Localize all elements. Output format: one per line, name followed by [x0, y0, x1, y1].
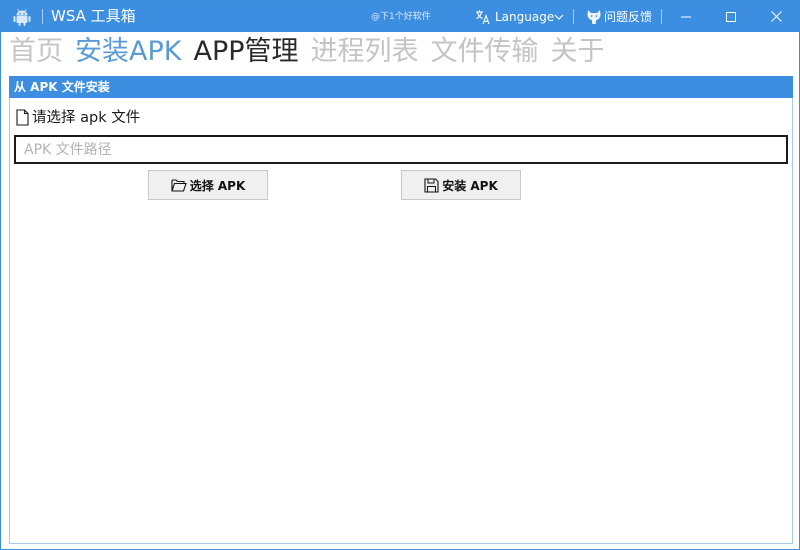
android-icon [13, 9, 31, 26]
tab-home[interactable]: 首页 [9, 34, 63, 74]
minimize-button[interactable] [663, 1, 709, 32]
install-apk-label: 安装 APK [442, 178, 498, 193]
install-group-header: 从 APK 文件安装 [9, 76, 793, 98]
select-apk-button[interactable]: 选择 APK [148, 170, 268, 200]
translate-icon[interactable] [475, 9, 491, 25]
close-button[interactable] [753, 1, 799, 32]
tab-file-transfer[interactable]: 文件传输 [431, 34, 539, 74]
select-apk-label: 选择 APK [189, 178, 246, 193]
folder-open-icon [171, 179, 187, 192]
maximize-icon [726, 11, 736, 22]
close-icon [770, 11, 782, 22]
tab-app-management[interactable]: APP管理 [193, 34, 298, 74]
save-icon [424, 177, 439, 193]
title-separator [42, 9, 43, 24]
file-icon [16, 109, 29, 126]
slogan-text: @下1个好软件 [371, 12, 431, 22]
minimize-icon [681, 16, 691, 17]
choose-apk-label: 请选择 apk 文件 [32, 110, 141, 126]
github-icon[interactable] [586, 8, 602, 25]
title-bar[interactable]: WSA 工具箱 @下1个好软件 Language 问题反馈 [1, 1, 799, 32]
chevron-down-icon[interactable] [554, 12, 564, 22]
tab-about[interactable]: 关于 [551, 34, 605, 74]
tab-process-list[interactable]: 进程列表 [311, 34, 419, 74]
title-separator [661, 9, 662, 24]
maximize-button[interactable] [708, 1, 754, 32]
title-separator [573, 9, 574, 24]
apk-path-input[interactable] [14, 135, 788, 164]
main-tabs: 首页 安装APK APP管理 进程列表 文件传输 关于 [9, 34, 617, 74]
install-group-body [9, 98, 793, 544]
install-apk-button[interactable]: 安装 APK [401, 170, 521, 200]
language-selector[interactable]: Language [495, 10, 554, 25]
app-window: WSA 工具箱 @下1个好软件 Language 问题反馈 首页 安装APK A… [0, 0, 800, 550]
tab-install-apk[interactable]: 安装APK [75, 34, 181, 74]
feedback-link[interactable]: 问题反馈 [604, 9, 652, 25]
window-title: WSA 工具箱 [51, 7, 136, 25]
